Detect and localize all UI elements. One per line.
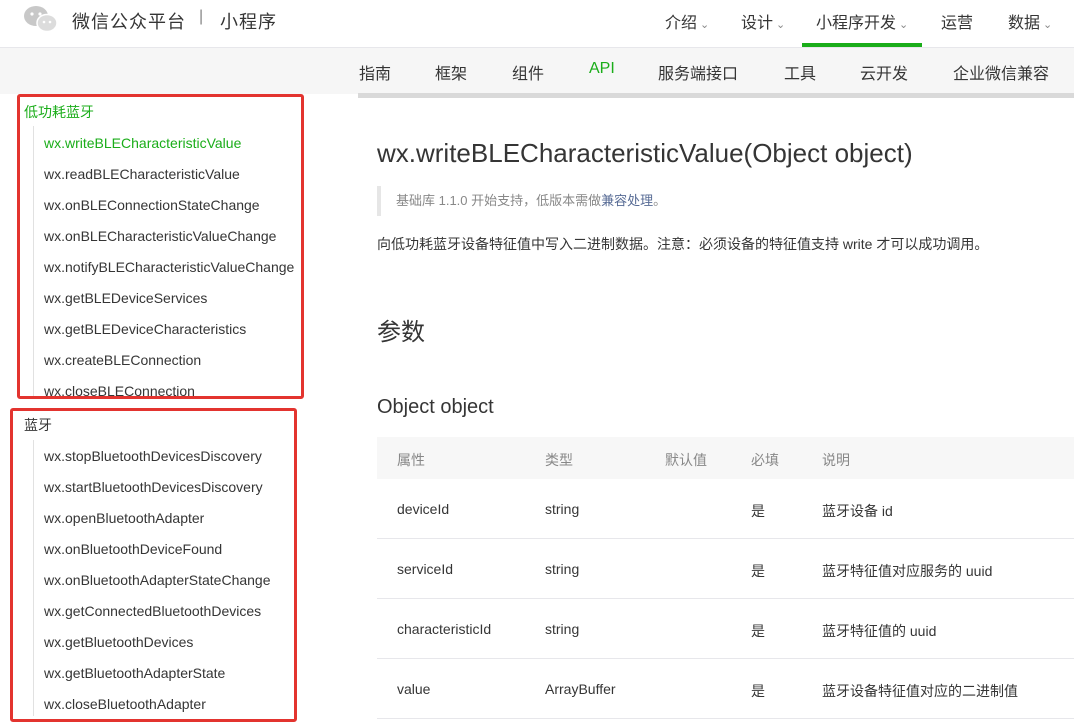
nav-data-label: 数据 — [1008, 15, 1041, 32]
cell-property: deviceId — [397, 501, 450, 517]
table-row: value ArrayBuffer 是 蓝牙设备特征值对应的二进制值 — [377, 659, 1074, 719]
cell-description: 蓝牙设备 id — [822, 503, 893, 519]
top-header: 微信公众平台 | 小程序 介绍 ⌄ 设计 ⌄ 小程序开发 ⌄ 运营 数据 ⌄ — [0, 0, 1074, 48]
cell-property: serviceId — [397, 561, 454, 577]
nav-operation-label: 运营 — [941, 15, 974, 32]
cell-property: value — [397, 681, 431, 697]
cell-type: string — [545, 621, 580, 637]
subnav-guide[interactable]: 指南 — [359, 60, 391, 84]
column-header: 必填 — [751, 452, 779, 468]
cell-property: characteristicId — [397, 621, 492, 637]
cell-required: 是 — [751, 683, 765, 699]
page-title: wx.writeBLECharacteristicValue(Object ob… — [377, 138, 913, 168]
chevron-down-icon: ⌄ — [1043, 19, 1053, 31]
nav-dev-label: 小程序开发 — [816, 15, 897, 32]
cell-description: 蓝牙特征值对应服务的 uuid — [822, 563, 993, 579]
cell-type: string — [545, 561, 580, 577]
subnav-framework[interactable]: 框架 — [435, 60, 467, 84]
subnav-components[interactable]: 组件 — [512, 60, 544, 84]
active-nav-indicator — [802, 43, 922, 47]
column-header: 属性 — [397, 452, 425, 468]
subnav-tools[interactable]: 工具 — [784, 60, 816, 84]
cell-description: 蓝牙设备特征值对应的二进制值 — [822, 683, 1018, 699]
table-row: characteristicId string 是 蓝牙特征值的 uuid — [377, 599, 1074, 659]
subnav-server-api[interactable]: 服务端接口 — [658, 60, 738, 84]
support-note-text: 基础库 1.1.0 开始支持，低版本需做 — [396, 193, 602, 208]
params-heading: 参数 — [377, 319, 425, 346]
cell-description: 蓝牙特征值的 uuid — [822, 623, 937, 639]
cell-required: 是 — [751, 503, 765, 519]
cell-required: 是 — [751, 563, 765, 579]
object-heading: Object object — [377, 396, 494, 418]
cell-type: ArrayBuffer — [545, 681, 616, 697]
nav-design-label: 设计 — [741, 15, 774, 32]
compat-link[interactable]: 兼容处理 — [601, 193, 653, 208]
highlight-box — [10, 408, 297, 722]
table-row: deviceId string 是 蓝牙设备 id — [377, 479, 1074, 539]
column-header: 说明 — [822, 452, 850, 468]
subnav-api[interactable]: API — [589, 60, 615, 78]
brand-subtitle[interactable]: 小程序 — [220, 8, 277, 34]
highlight-box — [17, 94, 304, 399]
table-row: serviceId string 是 蓝牙特征值对应服务的 uuid — [377, 539, 1074, 599]
column-header: 类型 — [545, 452, 573, 468]
support-note-suffix: 。 — [653, 193, 667, 208]
wechat-logo-icon[interactable] — [22, 4, 60, 34]
nav-intro-label: 介绍 — [665, 15, 698, 32]
support-note: 基础库 1.1.0 开始支持，低版本需做兼容处理。 — [377, 186, 777, 216]
brand-title[interactable]: 微信公众平台 — [72, 8, 186, 34]
chevron-down-icon: ⌄ — [776, 19, 786, 31]
cell-required: 是 — [751, 623, 765, 639]
subnav-wework[interactable]: 企业微信兼容 — [953, 60, 1049, 84]
subnav-cloud[interactable]: 云开发 — [860, 60, 908, 84]
brand-separator: | — [199, 8, 204, 25]
content-top-divider — [358, 93, 1074, 98]
column-header: 默认值 — [665, 452, 707, 468]
cell-type: string — [545, 501, 580, 517]
table-header: 属性 类型 默认值 必填 说明 — [377, 437, 1074, 479]
chevron-down-icon: ⌄ — [700, 19, 710, 31]
chevron-down-icon: ⌄ — [899, 19, 909, 31]
api-description: 向低功耗蓝牙设备特征值中写入二进制数据。注意：必须设备的特征值支持 write … — [377, 236, 989, 252]
